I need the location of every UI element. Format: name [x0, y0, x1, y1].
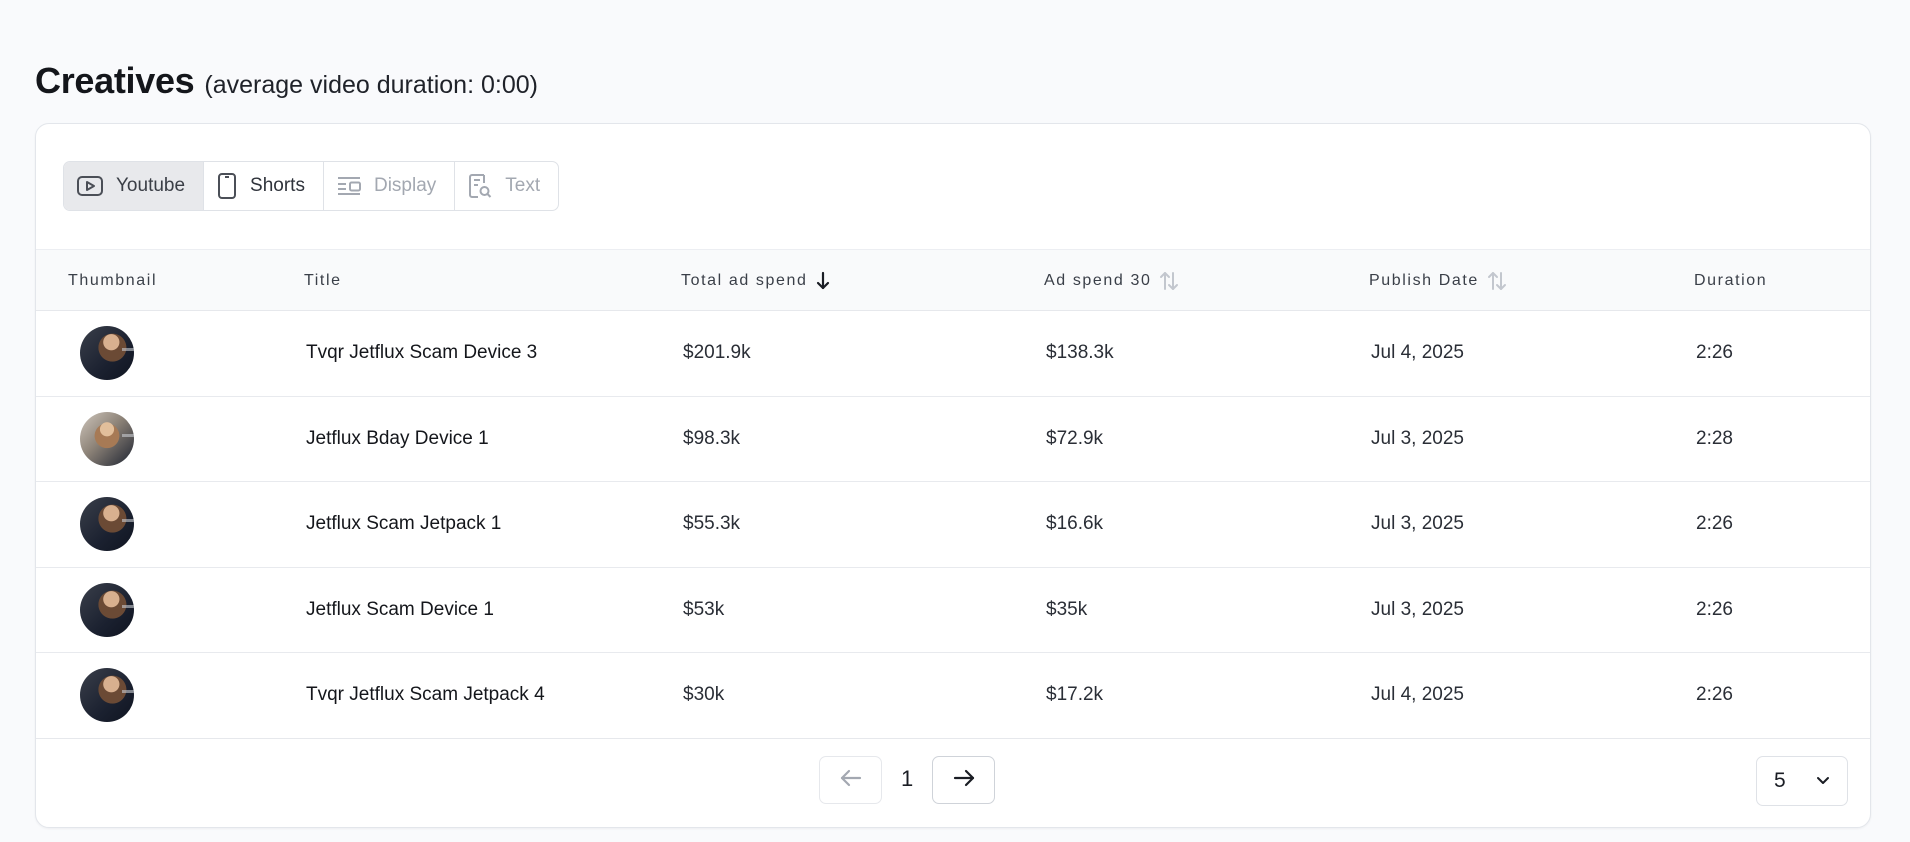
current-page-number: 1 [901, 766, 914, 791]
chevron-down-icon [1815, 769, 1831, 793]
row-publish-date: Jul 3, 2025 [1371, 513, 1464, 535]
table-row[interactable]: Jetflux Bday Device 1 $98.3k $72.9k Jul … [36, 397, 1870, 482]
row-title[interactable]: Tvqr Jetflux Scam Device 3 [306, 311, 537, 396]
column-header-title: Title [304, 272, 342, 289]
youtube-icon [76, 174, 104, 198]
video-thumbnail[interactable] [80, 411, 134, 466]
row-title[interactable]: Jetflux Scam Device 1 [306, 568, 494, 653]
tab-shorts[interactable]: Shorts [204, 162, 324, 210]
page-header: Creatives (average video duration: 0:00) [35, 60, 538, 102]
tab-display-label: Display [373, 175, 437, 196]
row-publish-date: Jul 3, 2025 [1371, 427, 1464, 449]
sort-both-icon [1159, 270, 1179, 292]
row-title[interactable]: Jetflux Bday Device 1 [306, 397, 489, 482]
table-row[interactable]: Jetflux Scam Jetpack 1 $55.3k $16.6k Jul… [36, 482, 1870, 568]
column-header-publish-date[interactable]: Publish Date [1369, 250, 1507, 312]
average-duration-text: (average video duration: 0:00) [204, 71, 538, 99]
ad-spend-30-label: Ad spend 30 [1044, 272, 1152, 289]
column-header-total-ad-spend[interactable]: Total ad spend [681, 250, 831, 312]
row-publish-date: Jul 4, 2025 [1371, 342, 1464, 364]
arrow-left-icon [839, 768, 863, 793]
tab-shorts-label: Shorts [250, 175, 305, 196]
page-size-value: 5 [1774, 769, 1786, 792]
phone-icon [216, 172, 238, 200]
row-total-ad-spend: $53k [683, 598, 725, 620]
column-header-duration: Duration [1694, 272, 1768, 289]
tab-text-label: Text [505, 175, 541, 196]
row-duration: 2:26 [1696, 598, 1733, 620]
row-total-ad-spend: $98.3k [683, 427, 741, 449]
table-row[interactable]: Tvqr Jetflux Scam Jetpack 4 $30k $17.2k … [36, 653, 1870, 739]
format-tabs: Youtube Shorts Display Text [63, 161, 560, 211]
arrow-right-icon [952, 768, 976, 793]
row-duration: 2:26 [1696, 342, 1733, 364]
sort-descending-icon [815, 271, 831, 291]
tab-youtube[interactable]: Youtube [64, 162, 205, 210]
row-ad-spend-30: $17.2k [1046, 684, 1104, 706]
tab-text[interactable]: Text [455, 162, 558, 210]
video-thumbnail[interactable] [80, 326, 134, 381]
creatives-card: Youtube Shorts Display Text Thumbnail Ti… [35, 123, 1871, 828]
row-publish-date: Jul 4, 2025 [1371, 684, 1464, 706]
row-duration: 2:26 [1696, 684, 1733, 706]
row-duration: 2:26 [1696, 513, 1733, 535]
row-ad-spend-30: $35k [1046, 598, 1088, 620]
table-header: Thumbnail Title Total ad spend Ad spend … [36, 249, 1870, 311]
row-publish-date: Jul 3, 2025 [1371, 598, 1464, 620]
table-row[interactable]: Tvqr Jetflux Scam Device 3 $201.9k $138.… [36, 311, 1870, 397]
row-ad-spend-30: $16.6k [1046, 513, 1104, 535]
table-row[interactable]: Jetflux Scam Device 1 $53k $35k Jul 3, 2… [36, 568, 1870, 653]
row-total-ad-spend: $30k [683, 684, 725, 706]
row-ad-spend-30: $138.3k [1046, 342, 1114, 364]
page-title: Creatives [35, 60, 195, 101]
next-page-button[interactable] [932, 756, 995, 804]
table-body: Tvqr Jetflux Scam Device 3 $201.9k $138.… [36, 311, 1870, 739]
text-search-icon [467, 172, 493, 200]
video-thumbnail[interactable] [80, 497, 134, 552]
page-size-select[interactable]: 5 [1756, 756, 1848, 806]
row-ad-spend-30: $72.9k [1046, 427, 1104, 449]
tab-display[interactable]: Display [324, 162, 456, 210]
row-title[interactable]: Jetflux Scam Jetpack 1 [306, 482, 501, 567]
row-total-ad-spend: $55.3k [683, 513, 741, 535]
sort-both-icon [1487, 270, 1507, 292]
tab-youtube-label: Youtube [116, 175, 186, 196]
previous-page-button[interactable] [819, 756, 882, 804]
publish-date-label: Publish Date [1369, 272, 1479, 289]
row-duration: 2:28 [1696, 427, 1733, 449]
column-header-ad-spend-30[interactable]: Ad spend 30 [1044, 250, 1179, 312]
row-title[interactable]: Tvqr Jetflux Scam Jetpack 4 [306, 653, 545, 738]
display-layout-icon [336, 174, 362, 198]
video-thumbnail[interactable] [80, 582, 134, 637]
video-thumbnail[interactable] [80, 668, 134, 723]
column-header-thumbnail: Thumbnail [68, 272, 158, 289]
total-ad-spend-label: Total ad spend [681, 272, 808, 289]
row-total-ad-spend: $201.9k [683, 342, 751, 364]
pagination: 1 [36, 756, 1870, 804]
